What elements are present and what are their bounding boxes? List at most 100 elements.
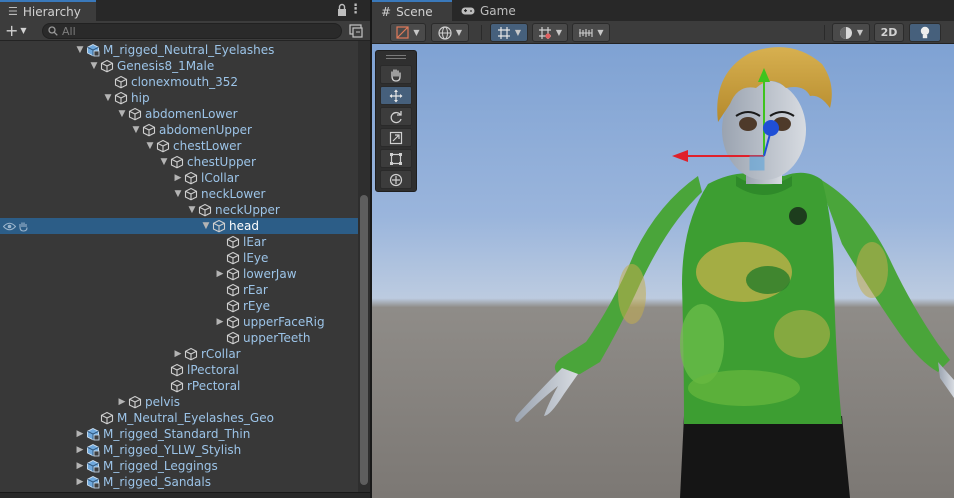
hierarchy-row[interactable]: ▶ lowerJaw	[0, 266, 358, 282]
hierarchy-row[interactable]: ▼ Genesis8_1Male	[0, 58, 358, 74]
gameobject-cube-icon	[114, 91, 128, 105]
tab-hierarchy[interactable]: ☰ Hierarchy	[0, 0, 96, 21]
hierarchy-row[interactable]: rEye	[0, 298, 358, 314]
drag-grip-icon[interactable]	[386, 55, 406, 59]
pickable-hand-icon[interactable]	[18, 221, 29, 232]
lightbulb-icon	[920, 26, 930, 38]
rect-tool-button[interactable]	[380, 149, 412, 168]
character-left-hand	[515, 368, 578, 422]
prefab-icon	[87, 475, 100, 489]
expanded-triangle-icon[interactable]: ▼	[172, 189, 184, 199]
expanded-triangle-icon[interactable]: ▼	[186, 205, 198, 215]
gameobject-cube-icon	[184, 187, 198, 201]
move-tool-button[interactable]	[380, 86, 412, 105]
gizmo-x-arrow[interactable]	[672, 150, 688, 162]
collapsed-triangle-icon[interactable]: ▶	[74, 445, 86, 455]
hierarchy-row[interactable]: ▼ neckUpper	[0, 202, 358, 218]
hierarchy-row[interactable]: ▶ M_rigged_Standard_Thin	[0, 426, 358, 442]
hierarchy-row-label: chestLower	[173, 139, 242, 153]
hierarchy-row[interactable]: rEar	[0, 282, 358, 298]
game-tab-label: Game	[480, 3, 516, 18]
scene-filter-icon[interactable]	[348, 23, 364, 39]
hierarchy-row[interactable]: ▶ pelvis	[0, 394, 358, 410]
transform-tool-button[interactable]	[380, 170, 412, 189]
hierarchy-row[interactable]: ▼ chestLower	[0, 138, 358, 154]
eye-icon[interactable]	[3, 222, 16, 231]
lighting-toggle[interactable]	[909, 23, 941, 42]
collapsed-triangle-icon[interactable]: ▶	[74, 477, 86, 487]
gameobject-cube-icon	[226, 235, 240, 249]
scene-render[interactable]	[372, 44, 954, 498]
hierarchy-row[interactable]: ▼ neckLower	[0, 186, 358, 202]
scene-toolbar: ▼ ▼ ▼ ▼ ▼ ▼ 2D	[372, 21, 954, 44]
hash-icon: #	[381, 4, 392, 19]
mode-2d-toggle[interactable]: 2D	[874, 23, 904, 42]
gizmo-z-handle[interactable]	[763, 120, 779, 136]
expanded-triangle-icon[interactable]: ▼	[200, 221, 212, 231]
hierarchy-row[interactable]: ▶ M_rigged_YLLW_Stylish	[0, 442, 358, 458]
collapsed-triangle-icon[interactable]: ▶	[214, 269, 226, 279]
scrollbar-thumb[interactable]	[360, 195, 368, 485]
expanded-triangle-icon[interactable]: ▼	[102, 93, 114, 103]
hierarchy-row-label: neckLower	[201, 187, 266, 201]
collapsed-triangle-icon[interactable]: ▶	[116, 397, 128, 407]
hierarchy-row[interactable]: ▼ hip	[0, 90, 358, 106]
hierarchy-row[interactable]: upperTeeth	[0, 330, 358, 346]
expanded-triangle-icon[interactable]: ▼	[130, 125, 142, 135]
collapsed-triangle-icon[interactable]: ▶	[214, 317, 226, 327]
tie-dye-pattern	[746, 266, 790, 294]
hierarchy-row[interactable]: clonexmouth_352	[0, 74, 358, 90]
hand-tool-button[interactable]	[380, 65, 412, 84]
gameobject-cube-icon	[128, 107, 142, 121]
render-mode-dropdown[interactable]: ▼	[431, 23, 469, 42]
collapsed-triangle-icon[interactable]: ▶	[172, 173, 184, 183]
tab-game[interactable]: Game	[452, 0, 522, 21]
shading-sphere-icon	[839, 26, 852, 39]
ruler-dropdown[interactable]: ▼	[572, 23, 610, 42]
hierarchy-row[interactable]: lEar	[0, 234, 358, 250]
search-input[interactable]	[62, 24, 322, 38]
hierarchy-row[interactable]: ▼ M_rigged_Neutral_Eyelashes	[0, 42, 358, 58]
expanded-triangle-icon[interactable]: ▼	[144, 141, 156, 151]
gameobject-cube-icon	[226, 299, 240, 313]
expanded-triangle-icon[interactable]: ▼	[158, 157, 170, 167]
hierarchy-scrollbar[interactable]	[358, 41, 370, 492]
hierarchy-row[interactable]: lEye	[0, 250, 358, 266]
expanded-triangle-icon[interactable]: ▼	[74, 45, 86, 55]
hierarchy-row-label: M_rigged_YLLW_Stylish	[103, 443, 242, 457]
rotate-tool-button[interactable]	[380, 107, 412, 126]
expanded-triangle-icon[interactable]: ▼	[116, 109, 128, 119]
increment-snap-dropdown[interactable]: ▼	[532, 23, 568, 42]
expanded-triangle-icon[interactable]: ▼	[88, 61, 100, 71]
hierarchy-row[interactable]: ▼ abdomenLower	[0, 106, 358, 122]
hierarchy-row[interactable]: ▼ abdomenUpper	[0, 122, 358, 138]
add-button-label: +	[5, 20, 19, 40]
hierarchy-row-label: lEye	[243, 251, 269, 265]
hierarchy-row[interactable]: ▶ lCollar	[0, 170, 358, 186]
hierarchy-row[interactable]: ▶ rCollar	[0, 346, 358, 362]
hierarchy-row[interactable]: ▼ chestUpper	[0, 154, 358, 170]
hierarchy-row[interactable]: rPectoral	[0, 378, 358, 394]
hierarchy-row[interactable]: ▶ M_rigged_Sandals	[0, 474, 358, 490]
grid-snap-toggle[interactable]: ▼	[490, 23, 528, 42]
draw-mode-dropdown[interactable]: ▼	[390, 23, 426, 42]
collapsed-triangle-icon[interactable]: ▶	[172, 349, 184, 359]
collapsed-triangle-icon[interactable]: ▶	[74, 429, 86, 439]
more-options-icon[interactable]: ⋮	[349, 2, 362, 17]
draw-mode-icon	[396, 26, 410, 39]
tab-scene[interactable]: # Scene	[372, 0, 452, 21]
scene-viewport[interactable]	[372, 44, 954, 498]
hierarchy-row[interactable]: lPectoral	[0, 362, 358, 378]
hierarchy-row[interactable]: M_Neutral_Eyelashes_Geo	[0, 410, 358, 426]
hierarchy-row[interactable]: ▶ upperFaceRig	[0, 314, 358, 330]
collapsed-triangle-icon[interactable]: ▶	[74, 461, 86, 471]
shading-dropdown[interactable]: ▼	[832, 23, 870, 42]
hierarchy-row[interactable]: ▼ head	[0, 218, 358, 234]
add-object-button[interactable]: + ▼	[5, 22, 35, 39]
hierarchy-row[interactable]: ▶ M_rigged_Leggings	[0, 458, 358, 474]
hierarchy-row-label: head	[229, 219, 259, 233]
hierarchy-search[interactable]	[42, 23, 342, 39]
scale-tool-button[interactable]	[380, 128, 412, 147]
gizmo-plane-handle[interactable]	[749, 155, 765, 171]
lock-icon[interactable]	[336, 3, 348, 17]
